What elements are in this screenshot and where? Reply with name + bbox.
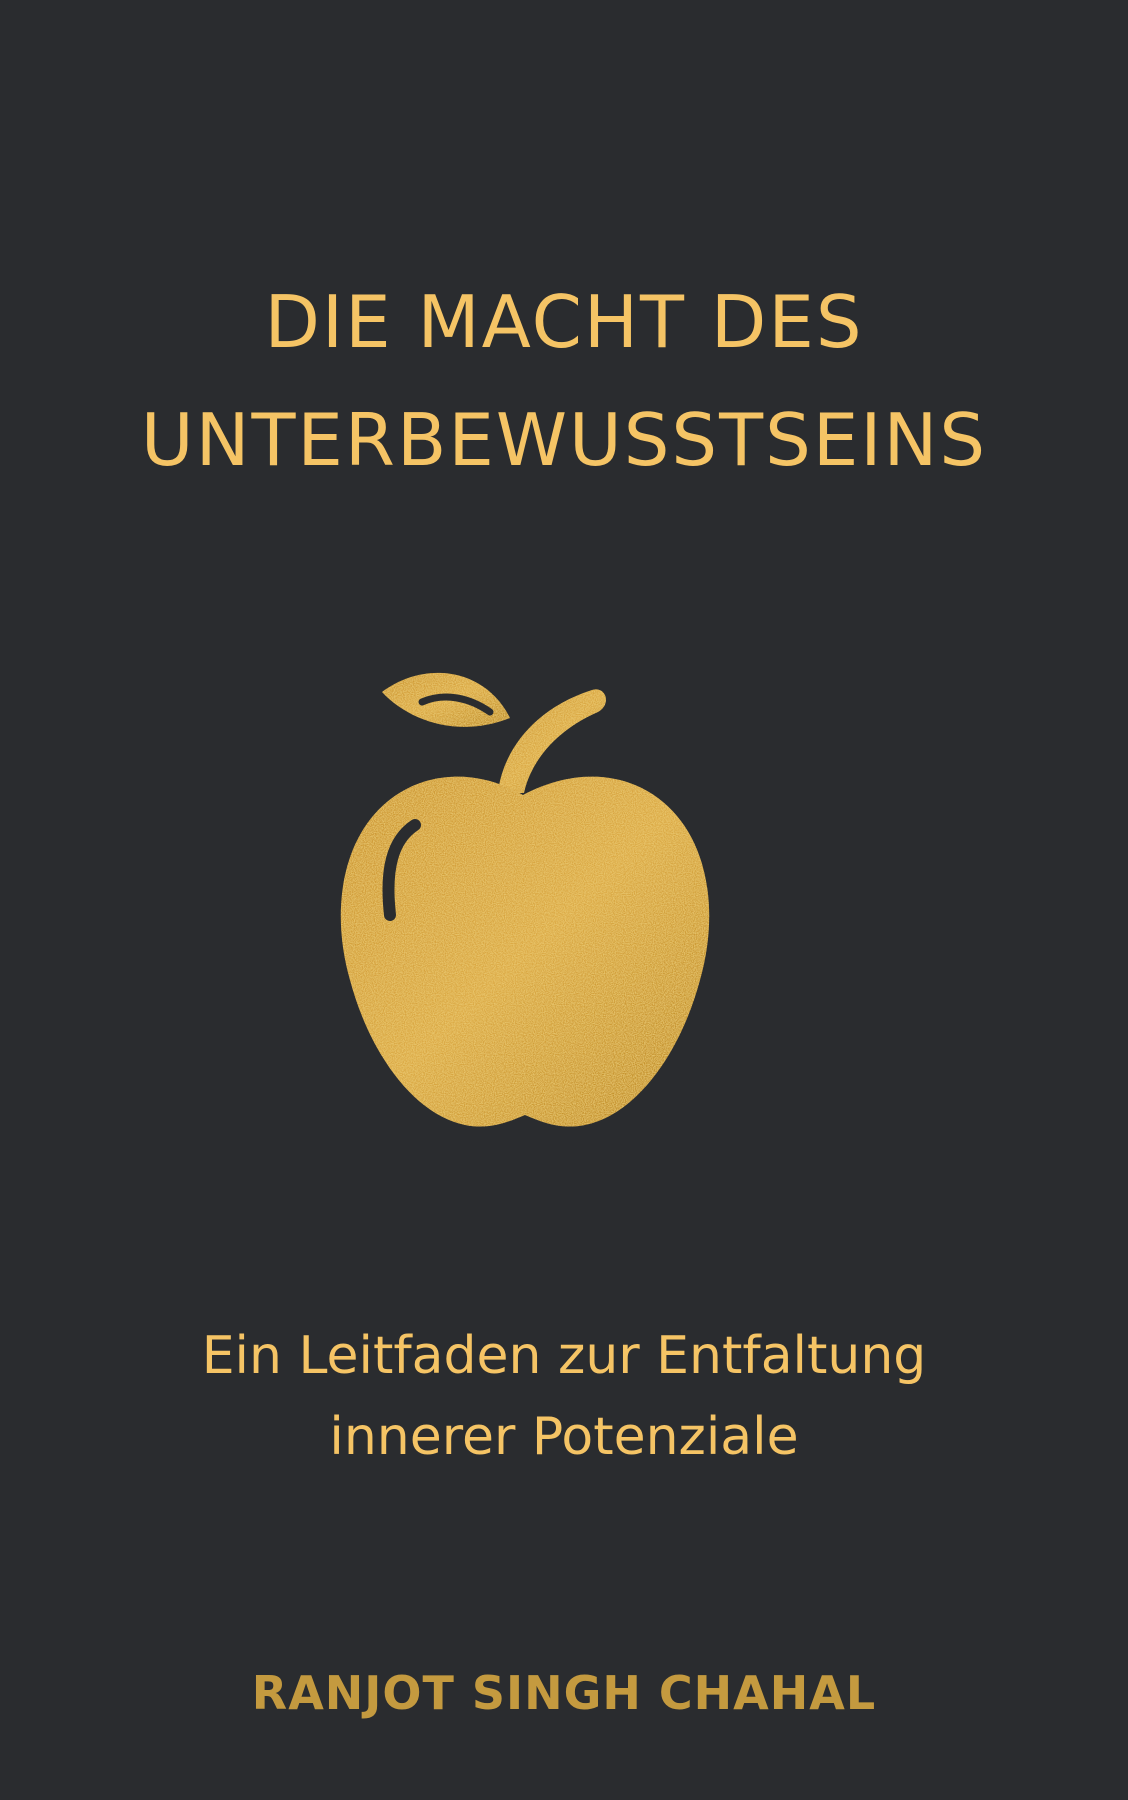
title-line-1: DIE MACHT DES <box>264 280 864 364</box>
subtitle-line-1: Ein Leitfaden zur Entfaltung <box>201 1326 927 1386</box>
subtitle-line-2: innerer Potenziale <box>329 1407 799 1467</box>
title-line-2: UNTERBEWUSSTSEINS <box>140 398 988 482</box>
book-cover: DIE MACHT DES UNTERBEWUSSTSEINS Ein Leit… <box>0 0 1128 1800</box>
apple-icon <box>340 672 710 1127</box>
author-name: RANJOT SINGH CHAHAL <box>251 1666 877 1720</box>
